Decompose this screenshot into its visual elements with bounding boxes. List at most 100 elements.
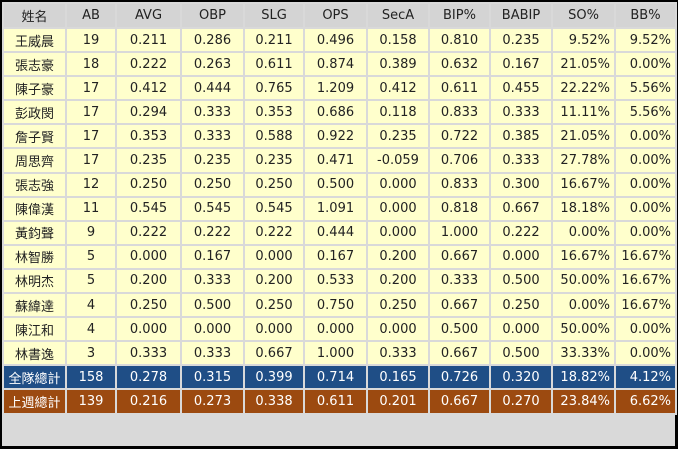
- stats-table-container: 姓名 AB AVG OBP SLG OPS SecA BIP% BABIP SO% BB% 王威晨 1…: [2, 2, 677, 446]
- cell-slg: 0.250: [243, 292, 305, 319]
- cell-ops: 0.471: [303, 147, 368, 174]
- cell-babip: 0.500: [489, 267, 553, 295]
- cell-bb: 0.00%: [614, 219, 677, 246]
- cell-bb: 0.00%: [614, 316, 677, 343]
- cell-slg: 0.667: [243, 340, 305, 367]
- cell-ops: 0.444: [303, 219, 368, 246]
- cell-babip: 0.270: [489, 388, 553, 415]
- cell-ops: 0.533: [303, 267, 368, 295]
- cell-seca: 0.118: [366, 99, 430, 126]
- cell-bip: 0.667: [428, 340, 491, 367]
- cell-babip: 0.320: [489, 364, 553, 391]
- cell-name: 林智勝: [2, 243, 67, 270]
- cell-slg: 0.000: [243, 243, 305, 270]
- cell-ops: 0.496: [303, 26, 368, 54]
- cell-name: 黃鈞聲: [2, 219, 67, 246]
- header-row: 姓名 AB AVG OBP SLG OPS SecA BIP% BABIP SO% BB%: [2, 2, 677, 29]
- player-row: 周思齊 17 0.235 0.235 0.235 0.471 -0.059 0.706 0.33…: [2, 147, 677, 174]
- cell-babip: 0.222: [489, 219, 553, 246]
- column-header-ab[interactable]: AB: [65, 2, 117, 29]
- cell-ops: 0.686: [303, 99, 368, 126]
- cell-obp: 0.333: [180, 99, 245, 126]
- cell-ops: 1.091: [303, 195, 368, 222]
- cell-obp: 0.444: [180, 75, 245, 102]
- column-header-seca[interactable]: SecA: [366, 2, 430, 29]
- cell-bb: 5.56%: [614, 99, 677, 126]
- cell-avg: 0.250: [115, 171, 182, 198]
- cell-obp: 0.263: [180, 51, 245, 78]
- cell-obp: 0.273: [180, 388, 245, 415]
- player-row: 陳偉漢 11 0.545 0.545 0.545 1.091 0.000 0.818 0.667…: [2, 195, 677, 222]
- cell-bip: 0.818: [428, 195, 491, 222]
- cell-slg: 0.200: [243, 267, 305, 295]
- column-header-bb[interactable]: BB%: [614, 2, 677, 29]
- batting-stats-table: 姓名 AB AVG OBP SLG OPS SecA BIP% BABIP SO% BB% 王威晨 1…: [2, 2, 677, 415]
- cell-avg: 0.000: [115, 316, 182, 343]
- cell-babip: 0.250: [489, 292, 553, 319]
- cell-so: 0.00%: [551, 292, 616, 319]
- cell-obp: 0.222: [180, 219, 245, 246]
- column-header-avg[interactable]: AVG: [115, 2, 182, 29]
- cell-avg: 0.235: [115, 147, 182, 174]
- cell-obp: 0.250: [180, 171, 245, 198]
- cell-obp: 0.333: [180, 123, 245, 150]
- column-header-obp[interactable]: OBP: [180, 2, 245, 29]
- cell-babip: 0.000: [489, 316, 553, 343]
- cell-babip: 0.167: [489, 51, 553, 78]
- cell-name: 張志豪: [2, 51, 67, 78]
- cell-seca: 0.389: [366, 51, 430, 78]
- cell-babip: 0.333: [489, 147, 553, 174]
- cell-ab: 9: [65, 219, 117, 246]
- cell-name: 上週總計: [2, 388, 67, 415]
- cell-babip: 0.300: [489, 171, 553, 198]
- cell-so: 11.11%: [551, 99, 616, 126]
- cell-ops: 0.750: [303, 292, 368, 319]
- team-total-row: 全隊總計 158 0.278 0.315 0.399 0.714 0.165 0.726 0.3…: [2, 364, 677, 391]
- cell-so: 21.05%: [551, 123, 616, 150]
- cell-bb: 9.52%: [614, 26, 677, 54]
- cell-name: 張志強: [2, 171, 67, 198]
- cell-seca: 0.200: [366, 243, 430, 270]
- column-header-name[interactable]: 姓名: [2, 2, 67, 29]
- cell-ab: 17: [65, 147, 117, 174]
- column-header-ops[interactable]: OPS: [303, 2, 368, 29]
- cell-bip: 0.611: [428, 75, 491, 102]
- cell-bip: 0.810: [428, 26, 491, 54]
- cell-ab: 18: [65, 51, 117, 78]
- column-header-slg[interactable]: SLG: [243, 2, 305, 29]
- cell-name: 林書逸: [2, 340, 67, 367]
- cell-slg: 0.545: [243, 195, 305, 222]
- cell-babip: 0.235: [489, 26, 553, 54]
- cell-so: 16.67%: [551, 171, 616, 198]
- cell-bip: 0.667: [428, 388, 491, 415]
- cell-bip: 0.667: [428, 292, 491, 319]
- cell-obp: 0.167: [180, 243, 245, 270]
- cell-slg: 0.399: [243, 364, 305, 391]
- cell-so: 50.00%: [551, 316, 616, 343]
- cell-bip: 0.500: [428, 316, 491, 343]
- cell-so: 27.78%: [551, 147, 616, 174]
- cell-ab: 17: [65, 99, 117, 126]
- cell-obp: 0.000: [180, 316, 245, 343]
- cell-so: 9.52%: [551, 26, 616, 54]
- cell-ops: 0.714: [303, 364, 368, 391]
- cell-bb: 4.12%: [614, 364, 677, 391]
- cell-avg: 0.353: [115, 123, 182, 150]
- cell-ops: 0.167: [303, 243, 368, 270]
- cell-slg: 0.338: [243, 388, 305, 415]
- cell-name: 全隊總計: [2, 364, 67, 391]
- cell-avg: 0.294: [115, 99, 182, 126]
- cell-so: 23.84%: [551, 388, 616, 415]
- player-row: 張志強 12 0.250 0.250 0.250 0.500 0.000 0.833 0.300…: [2, 171, 677, 198]
- cell-ab: 139: [65, 388, 117, 415]
- cell-slg: 0.588: [243, 123, 305, 150]
- cell-name: 蘇緯達: [2, 292, 67, 319]
- cell-name: 周思齊: [2, 147, 67, 174]
- column-header-so[interactable]: SO%: [551, 2, 616, 29]
- cell-seca: 0.000: [366, 316, 430, 343]
- cell-bip: 0.722: [428, 123, 491, 150]
- column-header-bip[interactable]: BIP%: [428, 2, 491, 29]
- cell-seca: 0.201: [366, 388, 430, 415]
- player-row: 張志豪 18 0.222 0.263 0.611 0.874 0.389 0.632 0.167…: [2, 51, 677, 78]
- column-header-babip[interactable]: BABIP: [489, 2, 553, 29]
